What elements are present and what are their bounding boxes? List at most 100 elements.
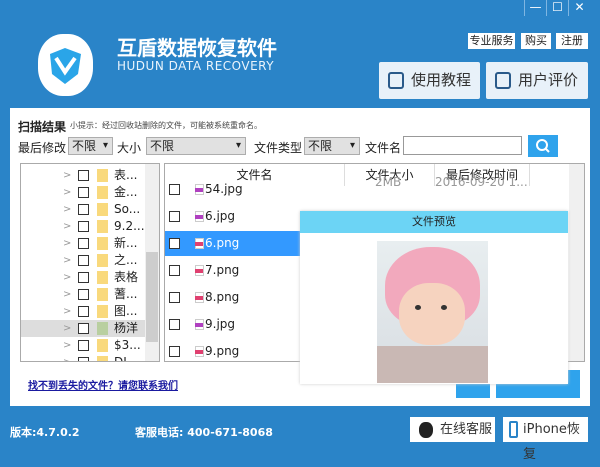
file-row[interactable]: 54.jpg <box>165 177 300 202</box>
file-checkbox[interactable] <box>169 211 180 222</box>
tree-checkbox[interactable] <box>78 238 89 249</box>
tree-checkbox[interactable] <box>78 187 89 198</box>
chevron-right-icon[interactable]: > <box>63 320 71 337</box>
file-name: 6.jpg <box>205 209 236 223</box>
pro-service-link[interactable]: 专业服务 <box>468 33 515 49</box>
file-checkbox[interactable] <box>169 184 180 195</box>
image-file-icon <box>195 292 204 303</box>
file-checkbox[interactable] <box>169 319 180 330</box>
chevron-right-icon[interactable]: > <box>63 235 71 252</box>
chevron-right-icon[interactable]: > <box>63 286 71 303</box>
image-file-icon <box>195 184 204 195</box>
app-logo <box>38 34 93 96</box>
preview-title: 文件预览 <box>300 211 568 233</box>
file-preview-popup: 文件预览 <box>300 211 568 384</box>
maximize-button[interactable]: ☐ <box>546 0 568 16</box>
tutorial-label: 使用教程 <box>411 71 472 89</box>
file-checkbox[interactable] <box>169 346 180 357</box>
tree-item[interactable]: >9.2... <box>21 218 145 235</box>
tree-item[interactable]: > 金... <box>21 184 145 201</box>
version-text: 版本:4.7.0.2 <box>10 426 80 439</box>
chevron-right-icon[interactable]: > <box>63 269 71 286</box>
chevron-right-icon[interactable]: > <box>63 252 71 269</box>
buy-link[interactable]: 购买 <box>521 33 551 49</box>
tree-checkbox[interactable] <box>78 340 89 351</box>
tree-item-label: 蓍... <box>114 287 138 301</box>
tree-checkbox[interactable] <box>78 272 89 283</box>
tree-item[interactable]: > 表格 <box>21 269 145 286</box>
file-checkbox[interactable] <box>169 292 180 303</box>
tree-checkbox[interactable] <box>78 289 89 300</box>
chevron-right-icon[interactable]: > <box>63 303 71 320</box>
tree-item-label: So... <box>114 202 141 216</box>
app-title: 互盾数据恢复软件 <box>117 36 277 60</box>
chevron-right-icon[interactable]: > <box>63 218 71 235</box>
tree-item-label: 之... <box>114 253 138 267</box>
review-button[interactable]: 用户评价 <box>486 62 588 99</box>
filename-label: 文件名 <box>365 141 402 155</box>
tree-item[interactable]: > So... <box>21 201 145 218</box>
iphone-recovery-button[interactable]: iPhone恢复 <box>503 417 588 462</box>
tree-checkbox[interactable] <box>78 255 89 266</box>
tree-item[interactable]: > 表... <box>21 167 145 184</box>
chevron-right-icon[interactable]: > <box>63 167 71 184</box>
file-date: 2016-09-20 1... <box>435 177 528 189</box>
file-name: 54.jpg <box>205 182 243 196</box>
tree-checkbox[interactable] <box>78 204 89 215</box>
file-row[interactable]: 6.jpg <box>165 204 300 229</box>
minimize-button[interactable]: — <box>524 0 546 16</box>
file-name: 9.png <box>205 344 240 358</box>
tree-scrollbar[interactable] <box>145 164 159 361</box>
phone-text: 客服电话: 400-671-8068 <box>135 426 273 439</box>
tree-checkbox[interactable] <box>78 170 89 181</box>
file-row[interactable]: 7.png <box>165 258 300 283</box>
image-file-icon <box>195 238 204 249</box>
folder-tree: > 表... > 金... > So... >9.2... > 新... > 之... > 表格 > 蓍..… <box>20 163 160 362</box>
list-scrollbar[interactable] <box>569 164 584 361</box>
file-name: 7.png <box>205 263 240 277</box>
tree-item-label: 杨洋 <box>114 321 139 335</box>
tree-checkbox[interactable] <box>78 357 89 361</box>
help-link[interactable]: 找不到丢失的文件？请您联系我们 <box>28 377 178 392</box>
chevron-right-icon[interactable]: > <box>63 201 71 218</box>
chevron-right-icon[interactable]: > <box>63 184 71 201</box>
tree-item[interactable]: > 新... <box>21 235 145 252</box>
online-service-button[interactable]: 在线客服 <box>410 417 495 442</box>
preview-image <box>377 241 488 383</box>
type-label: 文件类型 <box>254 141 303 155</box>
file-name: 8.png <box>205 290 240 304</box>
modified-select[interactable]: 不限 <box>68 137 113 155</box>
file-row[interactable]: 9.png <box>165 339 300 361</box>
file-row[interactable]: 8.png <box>165 285 300 310</box>
folder-icon <box>97 305 108 318</box>
tree-item[interactable]: > 杨洋 <box>21 320 145 337</box>
comment-icon <box>495 72 511 89</box>
qq-icon <box>419 422 433 438</box>
image-file-icon <box>195 211 204 222</box>
tree-item[interactable]: > $3... <box>21 337 145 354</box>
chevron-right-icon[interactable]: > <box>63 354 71 361</box>
tree-checkbox[interactable] <box>78 306 89 317</box>
tree-checkbox[interactable] <box>78 221 89 232</box>
type-select[interactable]: 不限 <box>304 137 360 155</box>
folder-icon <box>97 356 108 361</box>
tree-item-label: 表... <box>114 168 138 182</box>
register-link[interactable]: 注册 <box>556 33 588 49</box>
tree-item[interactable]: > 蓍... <box>21 286 145 303</box>
iphone-recovery-label: iPhone恢复 <box>523 422 580 462</box>
file-name: 6.png <box>205 236 240 250</box>
tutorial-button[interactable]: 使用教程 <box>379 62 480 99</box>
tree-item[interactable]: > 之... <box>21 252 145 269</box>
tree-checkbox[interactable] <box>78 323 89 334</box>
file-row[interactable]: 9.jpg <box>165 312 300 337</box>
filename-input[interactable] <box>403 136 522 155</box>
tree-item[interactable]: > DI... <box>21 354 145 361</box>
size-select[interactable]: 不限 <box>146 137 246 155</box>
file-checkbox[interactable] <box>169 238 180 249</box>
file-checkbox[interactable] <box>169 265 180 276</box>
tree-item[interactable]: > 图... <box>21 303 145 320</box>
search-button[interactable] <box>528 135 558 157</box>
chevron-right-icon[interactable]: > <box>63 337 71 354</box>
file-row[interactable]: 6.png <box>165 231 300 256</box>
close-button[interactable]: ✕ <box>568 0 590 16</box>
